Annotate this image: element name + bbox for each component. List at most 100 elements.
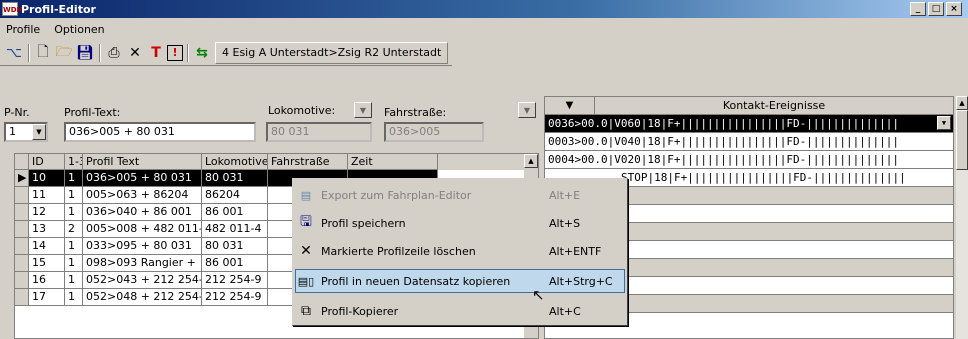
cell-n: 1 <box>65 289 83 306</box>
delete-x-icon[interactable]: ✕ <box>125 43 145 63</box>
row-indicator <box>15 272 29 289</box>
cell-lok: 80 031 <box>202 170 268 187</box>
cell-text: 005>008 + 482 011- <box>83 221 202 238</box>
kontakt-row[interactable]: 0003>00.0|V040|18|F+||||||||||||||||FD-|… <box>545 133 953 151</box>
cell-lok: 86 001 <box>202 255 268 272</box>
cell-n: 1 <box>65 272 83 289</box>
col-fahrstrasse[interactable]: Fahrstraße <box>268 154 348 170</box>
cell-id: 11 <box>29 187 65 204</box>
delete-x-icon: ✕ <box>300 243 312 259</box>
route-button[interactable]: 4 Esig A Unterstadt>Zsig R2 Unterstadt <box>215 41 449 64</box>
toolbar-separator <box>28 43 30 62</box>
menu-item-shortcut: Alt+E <box>549 188 581 202</box>
cell-id: 16 <box>29 272 65 289</box>
tree-icon[interactable]: ⌥ <box>4 43 24 63</box>
maximize-button[interactable]: □ <box>928 2 944 16</box>
open-folder-icon[interactable]: 🗁 <box>54 43 74 63</box>
window-title: Profil-Editor <box>21 2 96 16</box>
col-profil-text[interactable]: Profil Text <box>83 154 202 170</box>
toolbar: ⌥ 🗋 🗁 💾︎ ⎙ ✕ T ! ⇆ 4 Esig A Unterstadt>Z… <box>0 40 453 66</box>
close-button[interactable]: × <box>946 2 962 16</box>
row-indicator <box>15 221 29 238</box>
cell-n: 1 <box>65 170 83 187</box>
mouse-cursor-icon: ↖ <box>532 286 545 304</box>
cell-id: 14 <box>29 238 65 255</box>
save-icon: 🖫 <box>300 214 312 230</box>
cell-text: 052>043 + 212 254- <box>83 272 202 289</box>
menu-item-shortcut: Alt+Strg+C <box>549 274 613 288</box>
title-bar: WDM Profil-Editor _ □ × <box>0 0 968 18</box>
context-menu: ▤ Export zum Fahrplan-Editor Alt+E 🖫 Pro… <box>292 178 628 326</box>
kontakt-row[interactable]: 0036>00.0|V060|18|F+||||||||||||||||FD-|… <box>545 115 953 133</box>
col-13[interactable]: 1-3 <box>65 154 83 170</box>
cell-id: 13 <box>29 221 65 238</box>
profiltext-input[interactable]: 036>005 + 80 031 <box>64 122 256 142</box>
kontakt-row-text: STOP|18|F+||||||||||||||||FD-|||||||||||… <box>621 171 906 184</box>
lokomotive-dropdown-icon[interactable]: ▼ <box>354 102 372 118</box>
minimize-button[interactable]: _ <box>910 2 926 16</box>
row-indicator-header <box>15 154 29 170</box>
toolbar-separator <box>99 43 101 62</box>
route-icon[interactable]: ⇆ <box>192 43 212 63</box>
cell-n: 1 <box>65 204 83 221</box>
kontakt-row-text: 0036>00.0|V060|18|F+||||||||||||||||FD-|… <box>548 117 899 130</box>
chevron-down-icon[interactable]: ▼ <box>937 116 951 130</box>
fahrstrasse-field: 036>005 <box>384 122 484 142</box>
menu-item-save[interactable]: 🖫 Profil speichern Alt+S <box>295 211 625 235</box>
cell-lok: 80 031 <box>202 238 268 255</box>
grid-header: ID 1-3 Profil Text Lokomotive Fahrstraße… <box>15 154 538 170</box>
kontakt-row-text: 0003>00.0|V040|18|F+||||||||||||||||FD-|… <box>548 135 899 148</box>
menu-item-label: Profil in neuen Datensatz kopieren <box>321 274 511 288</box>
cell-n: 1 <box>65 238 83 255</box>
menu-item-shortcut: Alt+ENTF <box>549 244 602 258</box>
pnr-label: P-Nr. <box>4 106 30 119</box>
menu-item-label: Export zum Fahrplan-Editor <box>321 188 472 202</box>
menu-item-export[interactable]: ▤ Export zum Fahrplan-Editor Alt+E <box>295 183 625 207</box>
row-indicator <box>15 238 29 255</box>
warning-icon[interactable]: ! <box>167 44 183 61</box>
kontakt-scrollbar[interactable]: ▲ <box>956 96 968 339</box>
scroll-thumb[interactable] <box>956 110 968 170</box>
cell-lok: 86204 <box>202 187 268 204</box>
menu-item-label: Profil speichern <box>321 216 406 230</box>
menu-item-copy-record[interactable]: ▤▯ Profil in neuen Datensatz kopieren Al… <box>295 269 625 293</box>
kontakt-row[interactable]: 0004>00.0|V020|18|F+||||||||||||||||FD-|… <box>545 151 953 169</box>
fahrstrasse-label: Fahrstraße: <box>384 106 447 119</box>
chevron-down-icon[interactable]: ▼ <box>32 124 46 140</box>
copy-record-icon: ▤▯ <box>297 274 315 288</box>
print-icon[interactable]: ⎙ <box>104 43 124 63</box>
menu-optionen[interactable]: Optionen <box>54 23 104 36</box>
scroll-up-icon[interactable]: ▲ <box>956 96 968 110</box>
row-indicator <box>15 204 29 221</box>
save-icon[interactable]: 💾︎ <box>75 43 95 63</box>
cell-text: 033>095 + 80 031 <box>83 238 202 255</box>
fahrstrasse-dropdown-icon[interactable]: ▼ <box>518 102 536 118</box>
menu-profile[interactable]: Profile <box>6 23 40 36</box>
lokomotive-field: 80 031 <box>266 122 372 142</box>
menu-item-label: Profil-Kopierer <box>321 304 399 318</box>
menu-item-shortcut: Alt+C <box>549 304 581 318</box>
cell-text: 036>005 + 80 031 <box>83 170 202 187</box>
signal-icon[interactable]: T <box>146 43 166 63</box>
menu-item-copier[interactable]: ⧉ Profil-Kopierer Alt+C <box>295 299 625 323</box>
col-lokomotive[interactable]: Lokomotive <box>202 154 268 170</box>
cell-id: 15 <box>29 255 65 272</box>
menu-item-delete[interactable]: ✕ Markierte Profilzeile löschen Alt+ENTF <box>295 239 625 263</box>
sort-down-icon[interactable]: ▼ <box>545 97 595 114</box>
cell-id: 10 <box>29 170 65 187</box>
scroll-up-icon[interactable]: ▲ <box>524 154 538 168</box>
app-icon: WDM <box>2 2 24 16</box>
cell-text: 036>040 + 86 001 <box>83 204 202 221</box>
menu-item-label: Markierte Profilzeile löschen <box>321 244 476 258</box>
menu-bar: Profile Optionen <box>0 19 968 39</box>
col-zeit[interactable]: Zeit <box>348 154 438 170</box>
cell-n: 1 <box>65 187 83 204</box>
col-id[interactable]: ID <box>29 154 65 170</box>
kontakt-header: ▼ Kontakt-Ereignisse <box>545 97 953 115</box>
kontakt-row-text: 0004>00.0|V020|18|F+||||||||||||||||FD-|… <box>548 153 899 166</box>
cell-lok: 212 254-9 <box>202 272 268 289</box>
new-document-icon[interactable]: 🗋 <box>33 43 53 63</box>
pnr-select[interactable]: 1 ▼ <box>4 122 48 142</box>
cell-n: 2 <box>65 221 83 238</box>
cell-text: 052>048 + 212 254- <box>83 289 202 306</box>
